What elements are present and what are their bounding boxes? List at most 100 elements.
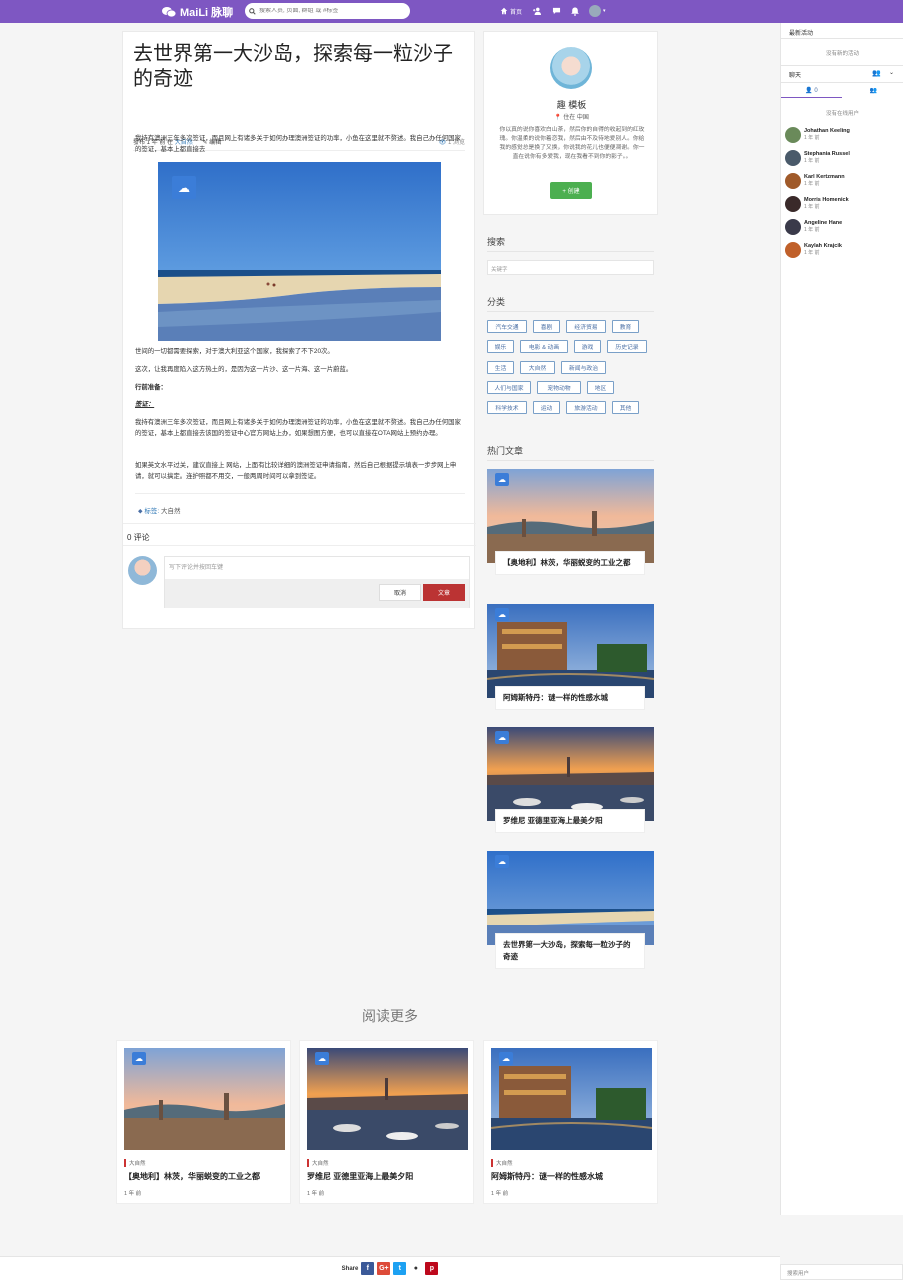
user-time: 1 年 前 (804, 135, 820, 141)
hot-article-image: ☁ (487, 604, 654, 698)
no-activity-text: 没有新的活动 (825, 51, 859, 57)
more-article-image: ☁ (124, 1048, 285, 1150)
heading-visa: 签证： (135, 401, 155, 408)
share-label: Share (341, 1265, 359, 1272)
category-chip[interactable]: 宠物动物 (537, 381, 581, 394)
more-article-card[interactable]: ☁ 大自然 【奥地利】林茨，华丽蜕变的工业之都 1 年 前 (116, 1040, 291, 1204)
reddit-icon[interactable]: ● (409, 1262, 423, 1275)
avatar (785, 196, 801, 212)
divider (123, 523, 476, 524)
search-bar[interactable] (245, 3, 410, 19)
more-article-title[interactable]: 【奥地利】林茨，华丽蜕变的工业之都 (124, 1171, 260, 1182)
facebook-icon[interactable]: f (361, 1262, 375, 1275)
divider (781, 38, 903, 39)
more-article-card[interactable]: ☁ 大自然 阿姆斯特丹：谜一样的性感水城 1 年 前 (483, 1040, 658, 1204)
online-count: 0 (814, 88, 818, 94)
category-chip[interactable]: 地区 (587, 381, 614, 394)
more-article-title[interactable]: 阿姆斯特丹：谜一样的性感水城 (491, 1171, 603, 1182)
comments-count: 0 评论 (127, 533, 150, 542)
wechat-badge-icon: ☁ (132, 1052, 146, 1065)
category-chip[interactable]: 经济贸易 (566, 320, 606, 333)
user-name: Kaylah Krajcik (804, 243, 842, 249)
user-menu[interactable]: ▾ (589, 5, 606, 17)
messages-icon[interactable] (552, 7, 561, 15)
no-online-text: 没有在线用户 (825, 111, 859, 117)
hot-article-card[interactable]: ☁ 阿姆斯特丹：谜一样的性感水城 (487, 604, 654, 712)
hot-article-card[interactable]: ☁ 【奥地利】林茨，华丽蜕变的工业之都 (487, 469, 654, 591)
hot-article-image: ☁ (487, 469, 654, 563)
notifications-icon[interactable] (571, 7, 579, 16)
cancel-button[interactable]: 取消 (379, 584, 421, 601)
category-chip[interactable]: 教育 (612, 320, 639, 333)
tab-users[interactable]: 👥 (843, 84, 903, 98)
avatar (785, 242, 801, 258)
nav-icons: 首页 ▾ (500, 5, 606, 17)
more-article-category[interactable]: 大自然 (124, 1159, 146, 1167)
comment-input[interactable]: 写下评论并按回车键 (165, 557, 469, 579)
category-chip[interactable]: 历史记录 (607, 340, 647, 353)
avatar (785, 173, 801, 189)
keyword-input[interactable]: 关键字 (487, 260, 654, 275)
category-chip[interactable]: 运动 (533, 401, 560, 414)
divider (487, 311, 654, 312)
list-item[interactable]: Stephania Russel 1 年 前 (785, 150, 850, 166)
category-chip[interactable]: 科学技术 (487, 401, 527, 414)
list-item[interactable]: Morris Homenick 1 年 前 (785, 196, 849, 212)
twitter-icon[interactable]: t (393, 1262, 407, 1275)
category-chip[interactable]: 游戏 (574, 340, 601, 353)
more-article-category[interactable]: 大自然 (307, 1159, 329, 1167)
tag-icon: ⬥ (138, 508, 143, 515)
group-add-icon[interactable]: 👥 (872, 69, 881, 77)
article-hero-image[interactable]: ☁ (158, 162, 441, 341)
brand-logo[interactable]: MaiLi 脉聊 (162, 4, 233, 20)
avatar (785, 127, 801, 143)
divider (781, 82, 903, 83)
search-input[interactable] (259, 8, 404, 14)
more-article-title[interactable]: 罗维尼 亚德里亚海上最美夕阳 (307, 1171, 413, 1182)
category-chip[interactable]: 电影 & 动画 (520, 340, 568, 353)
create-button[interactable]: + 创建 (550, 182, 592, 199)
list-item[interactable]: Angeline Hane 1 年 前 (785, 219, 842, 235)
category-chip[interactable]: 喜剧 (533, 320, 560, 333)
category-chip[interactable]: 生活 (487, 361, 514, 374)
category-chip[interactable]: 汽车交通 (487, 320, 527, 333)
more-article-category[interactable]: 大自然 (491, 1159, 513, 1167)
user-name: Johathan Keeling (804, 128, 850, 134)
find-user-input[interactable]: 搜索用户 (780, 1264, 903, 1280)
wechat-badge-icon: ☁ (495, 473, 509, 486)
list-item[interactable]: Karl Kertzmann 1 年 前 (785, 173, 845, 189)
more-article-card[interactable]: ☁ 大自然 罗维尼 亚德里亚海上最美夕阳 1 年 前 (299, 1040, 474, 1204)
pinterest-icon[interactable]: p (425, 1262, 439, 1275)
more-article-time: 1 年 前 (491, 1191, 509, 1197)
category-chip[interactable]: 大自然 (520, 361, 555, 374)
search-icon (249, 7, 256, 15)
hot-article-card[interactable]: ☁ 罗维尼 亚德里亚海上最美夕阳 (487, 727, 654, 835)
category-chip[interactable]: 新闻与政治 (561, 361, 606, 374)
tag-link[interactable]: 大自然 (161, 508, 181, 515)
more-article-time: 1 年 前 (307, 1191, 325, 1197)
hot-article-title: 罗维尼 亚德里亚海上最美夕阳 (495, 809, 645, 833)
chevron-down-icon[interactable]: ⌄ (889, 69, 894, 76)
hot-article-card[interactable]: ☁ 去世界第一大沙岛，探索每一粒沙子的奇迹 (487, 851, 654, 973)
profile-name[interactable]: 趣 模板 (484, 98, 659, 111)
google-plus-icon[interactable]: G+ (377, 1262, 391, 1275)
list-item[interactable]: Johathan Keeling 1 年 前 (785, 127, 850, 143)
search-section-title: 搜索 (487, 237, 506, 247)
nav-home[interactable]: 首页 (500, 7, 522, 16)
more-article-time: 1 年 前 (124, 1191, 142, 1197)
avatar[interactable] (550, 47, 592, 89)
categories-section-title: 分类 (487, 297, 506, 307)
avatar (128, 556, 157, 585)
category-chip[interactable]: 旅游活动 (566, 401, 606, 414)
tab-online[interactable]: 👤 0 (781, 84, 842, 98)
submit-button[interactable]: 文章 (423, 584, 465, 601)
friend-requests-icon[interactable] (532, 7, 542, 15)
list-item[interactable]: Kaylah Krajcik 1 年 前 (785, 242, 842, 258)
user-time: 1 年 前 (804, 250, 820, 256)
map-pin-icon: 📍 (554, 115, 562, 121)
category-chip[interactable]: 人们与国家 (487, 381, 531, 394)
category-chip[interactable]: 娱乐 (487, 340, 514, 353)
user-name: Angeline Hane (804, 220, 843, 226)
profile-card: 趣 模板 📍 住在 中国 你以真的说你喜欢白山茶，然后你的自得的收起到的红玫瑰。… (483, 31, 658, 215)
category-chip[interactable]: 其他 (612, 401, 639, 414)
